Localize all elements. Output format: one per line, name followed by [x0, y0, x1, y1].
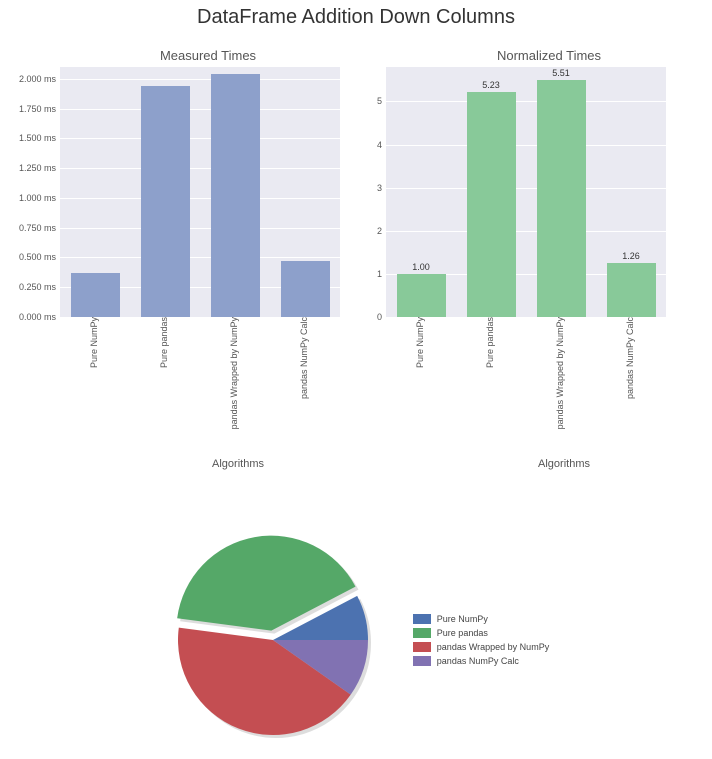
normalized-times-title: Normalized Times — [386, 48, 712, 63]
bar-value-label: 1.26 — [606, 251, 656, 261]
measured-times-xlabel: Algorithms — [60, 458, 416, 470]
legend-swatch — [413, 614, 431, 624]
normalized-times-xlabel: Algorithms — [386, 458, 712, 470]
bar-value-label: 5.23 — [466, 80, 516, 90]
y-tick-label: 1 — [377, 269, 382, 279]
y-tick-label: 3 — [377, 183, 382, 193]
pie-chart — [163, 530, 383, 750]
legend-label: pandas Wrapped by NumPy — [437, 642, 549, 652]
normalized-times-plot: 0123451.00Pure NumPy5.23Pure pandas5.51p… — [386, 67, 666, 317]
bar — [537, 80, 586, 318]
bar — [397, 274, 446, 317]
figure: DataFrame Addition Down Columns Measured… — [0, 0, 712, 759]
y-tick-label: 1.500 ms — [19, 133, 56, 143]
bar — [141, 86, 190, 317]
bar — [71, 273, 120, 317]
bar — [281, 261, 330, 317]
x-tick-label: pandas NumPy Calc — [625, 317, 635, 403]
bar — [467, 92, 516, 317]
legend-item: Pure pandas — [413, 626, 549, 640]
legend-swatch — [413, 628, 431, 638]
y-tick-label: 4 — [377, 140, 382, 150]
x-tick-label: Pure pandas — [159, 317, 169, 372]
y-tick-label: 2 — [377, 226, 382, 236]
top-row: Measured Times 0.000 ms0.250 ms0.500 ms0… — [0, 48, 712, 317]
measured-times-plot: 0.000 ms0.250 ms0.500 ms0.750 ms1.000 ms… — [60, 67, 340, 317]
bar-value-label: 5.51 — [536, 68, 586, 78]
x-tick-label: pandas Wrapped by NumPy — [555, 317, 565, 433]
bar — [211, 74, 260, 317]
y-tick-label: 1.750 ms — [19, 104, 56, 114]
y-tick-label: 1.250 ms — [19, 163, 56, 173]
y-tick-label: 0.000 ms — [19, 312, 56, 322]
x-tick-label: Pure pandas — [485, 317, 495, 372]
y-tick-label: 5 — [377, 96, 382, 106]
legend-label: Pure NumPy — [437, 614, 488, 624]
figure-title: DataFrame Addition Down Columns — [0, 0, 712, 29]
legend-item: pandas Wrapped by NumPy — [413, 640, 549, 654]
y-tick-label: 1.000 ms — [19, 193, 56, 203]
pie-legend: Pure NumPy Pure pandas pandas Wrapped by… — [413, 612, 549, 668]
y-tick-label: 0 — [377, 312, 382, 322]
x-tick-label: pandas Wrapped by NumPy — [229, 317, 239, 433]
y-tick-label: 0.500 ms — [19, 252, 56, 262]
x-tick-label: Pure NumPy — [89, 317, 99, 372]
y-tick-label: 2.000 ms — [19, 74, 56, 84]
legend-item: pandas NumPy Calc — [413, 654, 549, 668]
measured-times-panel: Measured Times 0.000 ms0.250 ms0.500 ms0… — [0, 48, 356, 317]
legend-swatch — [413, 642, 431, 652]
bar-value-label: 1.00 — [396, 262, 446, 272]
normalized-times-panel: Normalized Times 0123451.00Pure NumPy5.2… — [356, 48, 712, 317]
measured-times-title: Measured Times — [60, 48, 356, 63]
legend-label: pandas NumPy Calc — [437, 656, 519, 666]
legend-label: Pure pandas — [437, 628, 488, 638]
y-tick-label: 0.250 ms — [19, 282, 56, 292]
legend-item: Pure NumPy — [413, 612, 549, 626]
pie-panel: Pure NumPy Pure pandas pandas Wrapped by… — [0, 530, 712, 750]
x-tick-label: Pure NumPy — [415, 317, 425, 372]
bar — [607, 263, 656, 317]
x-tick-label: pandas NumPy Calc — [299, 317, 309, 403]
legend-swatch — [413, 656, 431, 666]
y-tick-label: 0.750 ms — [19, 223, 56, 233]
